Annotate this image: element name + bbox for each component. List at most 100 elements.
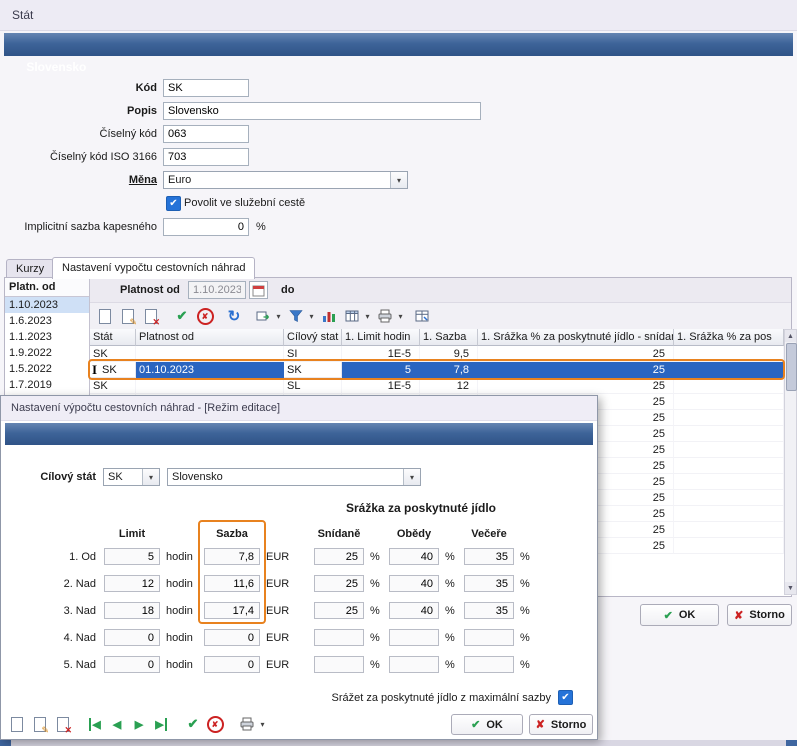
chevron-down-icon[interactable]: ▾ <box>273 306 284 326</box>
dates-column-header[interactable]: Platn. od <box>5 278 89 297</box>
mena-label[interactable]: Měna <box>7 171 157 189</box>
limit-field[interactable] <box>104 548 160 565</box>
scrollbar-thumb[interactable] <box>786 343 797 391</box>
snidane-field[interactable] <box>314 575 364 592</box>
delete-record-icon[interactable]: ✕ <box>53 714 73 734</box>
refresh-icon[interactable]: ↻ <box>224 306 244 326</box>
chevron-down-icon[interactable]: ▾ <box>142 469 159 485</box>
window-titlebar[interactable]: Stát <box>0 0 797 31</box>
go-next-icon[interactable]: ▶ <box>129 714 149 734</box>
limit-field[interactable] <box>104 629 160 646</box>
ok-button[interactable]: ✔OK <box>640 604 719 626</box>
print-icon[interactable] <box>237 714 257 734</box>
go-first-icon[interactable]: ◀ <box>85 714 105 734</box>
column-header[interactable]: Platnost od <box>136 329 284 346</box>
table-row-selected[interactable]: ISK01.10.2023SK57,825 <box>90 362 784 378</box>
table-row[interactable]: SKSI1E-59,525 <box>90 346 784 362</box>
vecere-field[interactable] <box>464 656 514 673</box>
sazba-field[interactable] <box>204 629 260 646</box>
edit-record-icon[interactable]: ✎ <box>118 306 138 326</box>
scroll-up-icon[interactable]: ▲ <box>785 330 796 342</box>
new-record-icon[interactable] <box>95 306 115 326</box>
list-item[interactable]: 1.9.2022 <box>5 345 89 361</box>
column-header[interactable]: 1. Sazba <box>420 329 478 346</box>
chevron-down-icon[interactable]: ▾ <box>403 469 420 485</box>
obedy-field[interactable] <box>389 548 439 565</box>
kapesne-field[interactable] <box>163 218 249 236</box>
limit-column-header: Limit <box>104 527 160 542</box>
kod-field[interactable] <box>163 79 249 97</box>
sazba-field[interactable] <box>204 602 260 619</box>
scroll-down-icon[interactable]: ▼ <box>785 582 796 594</box>
go-last-icon[interactable]: ▶ <box>151 714 171 734</box>
cilovy-stat-code-combo[interactable]: SK ▾ <box>103 468 160 486</box>
platnost-od-field[interactable] <box>188 281 246 299</box>
edit-record-icon[interactable]: ✎ <box>30 714 50 734</box>
list-item[interactable]: 1.6.2023 <box>5 313 89 329</box>
go-previous-icon[interactable]: ◀ <box>107 714 127 734</box>
vecere-field[interactable] <box>464 602 514 619</box>
sazba-field[interactable] <box>204 548 260 565</box>
column-header[interactable]: 1. Limit hodin <box>342 329 420 346</box>
export-records-icon[interactable] <box>253 306 273 326</box>
print-icon[interactable] <box>375 306 395 326</box>
tab-kurzy[interactable]: Kurzy <box>6 259 54 279</box>
sazba-field[interactable] <box>204 575 260 592</box>
cilovy-stat-name-combo[interactable]: Slovensko ▾ <box>167 468 421 486</box>
window-corner <box>786 740 797 746</box>
sazba-field[interactable] <box>204 656 260 673</box>
dialog-storno-button[interactable]: ✘Storno <box>529 714 593 735</box>
record-title: Slovensko <box>26 60 86 74</box>
snidane-field[interactable] <box>314 629 364 646</box>
accept-icon[interactable]: ✔ <box>183 714 203 734</box>
limit-field[interactable] <box>104 575 160 592</box>
storno-button[interactable]: ✘Storno <box>727 604 792 626</box>
snidane-field[interactable] <box>314 548 364 565</box>
vecere-field[interactable] <box>464 548 514 565</box>
obedy-field[interactable] <box>389 656 439 673</box>
tab-nastaveni-nahrad[interactable]: Nastavení vypočtu cestovních náhrad <box>52 257 255 279</box>
table-row[interactable]: SKSL1E-51225 <box>90 378 784 394</box>
list-item[interactable]: 1.10.2023 <box>5 297 89 313</box>
columns-icon[interactable] <box>342 306 362 326</box>
column-header[interactable]: Stát <box>90 329 136 346</box>
mena-combo[interactable]: Euro ▾ <box>163 171 408 189</box>
snidane-field[interactable] <box>314 656 364 673</box>
vecere-field[interactable] <box>464 575 514 592</box>
chevron-down-icon[interactable]: ▾ <box>390 172 407 188</box>
obedy-field[interactable] <box>389 575 439 592</box>
dialog-titlebar[interactable]: Nastavení výpočtu cestovních náhrad - [R… <box>1 396 597 421</box>
data-table-icon[interactable] <box>412 306 432 326</box>
calendar-icon[interactable] <box>249 281 268 299</box>
column-header[interactable]: Cílový stat <box>284 329 342 346</box>
list-item[interactable]: 1.1.2023 <box>5 329 89 345</box>
list-item[interactable]: 1.5.2022 <box>5 361 89 377</box>
delete-record-icon[interactable]: ✕ <box>141 306 161 326</box>
ciselny-kod-field[interactable] <box>163 125 249 143</box>
chevron-down-icon[interactable]: ▾ <box>395 306 406 326</box>
vertical-scrollbar[interactable]: ▲ ▼ <box>784 329 797 595</box>
chevron-down-icon[interactable]: ▾ <box>362 306 373 326</box>
filter-icon[interactable] <box>286 306 306 326</box>
cancel-edit-icon[interactable]: ✘ <box>195 306 215 326</box>
obedy-field[interactable] <box>389 602 439 619</box>
chevron-down-icon[interactable]: ▾ <box>306 306 317 326</box>
cancel-edit-icon[interactable]: ✘ <box>205 714 225 734</box>
obedy-field[interactable] <box>389 629 439 646</box>
new-record-icon[interactable] <box>7 714 27 734</box>
accept-icon[interactable]: ✔ <box>172 306 192 326</box>
chevron-down-icon[interactable]: ▾ <box>257 714 268 734</box>
iso-kod-field[interactable] <box>163 148 249 166</box>
list-item[interactable]: 1.7.2019 <box>5 377 89 393</box>
vecere-field[interactable] <box>464 629 514 646</box>
limit-field[interactable] <box>104 602 160 619</box>
popis-field[interactable] <box>163 102 481 120</box>
chart-icon[interactable] <box>319 306 339 326</box>
srazet-max-checkbox[interactable]: ✔ <box>558 690 573 705</box>
limit-field[interactable] <box>104 656 160 673</box>
snidane-field[interactable] <box>314 602 364 619</box>
dialog-ok-button[interactable]: ✔OK <box>451 714 523 735</box>
column-header[interactable]: 1. Srážka % za poskytnuté jídlo - snídan… <box>478 329 674 346</box>
povolit-checkbox[interactable]: ✔ <box>166 196 181 211</box>
column-header[interactable]: 1. Srážka % za pos <box>674 329 784 346</box>
